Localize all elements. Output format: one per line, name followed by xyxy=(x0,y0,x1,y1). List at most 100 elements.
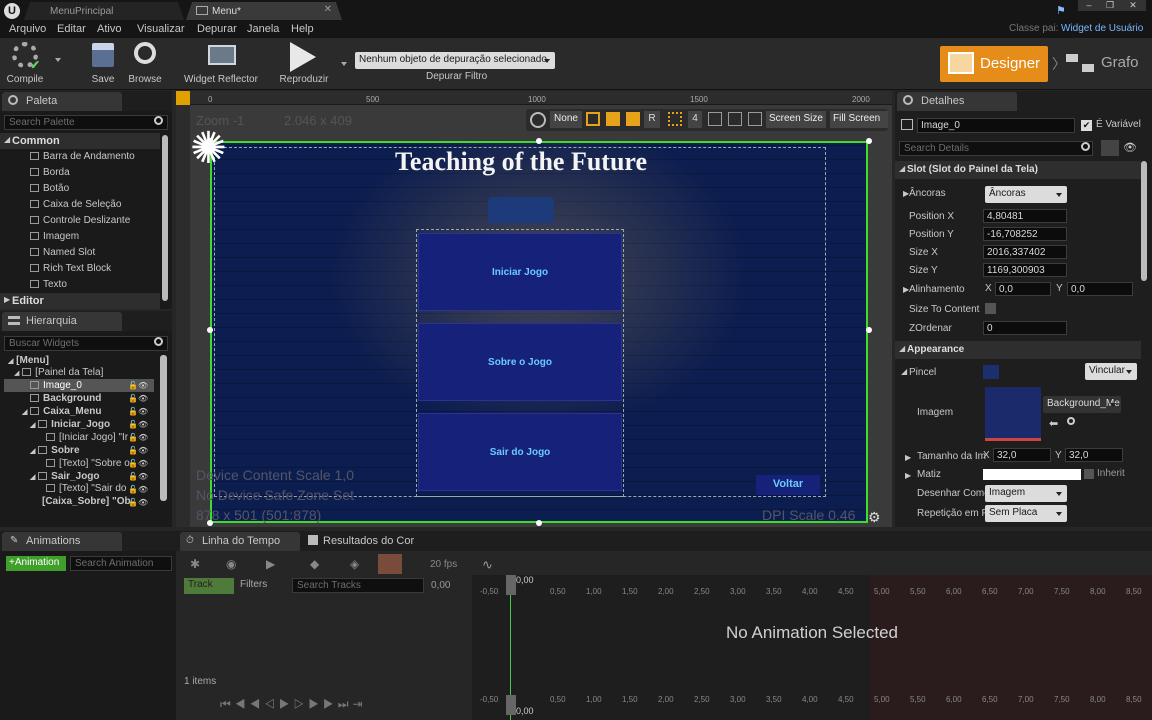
position-y-input[interactable]: -16,708252 xyxy=(983,227,1067,241)
lock-icon[interactable] xyxy=(606,112,620,126)
tree-item-image-0[interactable]: Image_0 xyxy=(30,380,82,391)
close-icon[interactable]: ✕ xyxy=(324,4,332,15)
tree-item-iniciar-jogo[interactable]: ◢ Iniciar_Jogo xyxy=(30,419,110,430)
palette-item[interactable]: Botão xyxy=(30,183,69,194)
size-to-content-checkbox[interactable] xyxy=(985,303,996,314)
resize-handle[interactable] xyxy=(866,138,872,144)
widget-reflector-button[interactable]: Widget Reflector xyxy=(178,38,264,90)
voltar-button[interactable]: Voltar xyxy=(756,475,820,495)
anchors-dropdown[interactable]: Âncoras xyxy=(985,186,1067,203)
menu-ativo[interactable]: Ativo xyxy=(97,23,121,35)
size-x-input[interactable]: 2016,337402 xyxy=(983,245,1067,259)
snap-icon[interactable]: ◈ xyxy=(350,557,359,571)
slot-section-header[interactable]: ◢ Slot (Slot do Painel da Tela) xyxy=(895,161,1141,179)
add-animation-button[interactable]: +Animation xyxy=(6,556,66,571)
graph-button[interactable]: Grafo xyxy=(1101,54,1139,71)
background-icon[interactable] xyxy=(728,112,742,126)
compile-button[interactable]: ✔ Compile xyxy=(2,38,48,90)
browse-button[interactable]: Browse xyxy=(124,38,166,90)
menu-janela[interactable]: Janela xyxy=(247,23,279,35)
widget-name-input[interactable]: Image_0 xyxy=(917,118,1075,133)
preview-icon[interactable] xyxy=(748,112,762,126)
tree-item-sair-jogo[interactable]: ◢ Sair_Jogo xyxy=(30,471,100,482)
details-search-input[interactable]: Search Details xyxy=(899,141,1093,156)
compile-options-icon[interactable] xyxy=(55,58,61,62)
tree-item-caixa-sobre[interactable]: [Caixa_Sobre] "Ob xyxy=(42,496,131,507)
fit-icon[interactable] xyxy=(708,112,722,126)
palette-scrollbar[interactable] xyxy=(162,135,168,301)
image-size-x-input[interactable]: 32,0 xyxy=(993,448,1051,462)
menu-editar[interactable]: Editar xyxy=(57,23,86,35)
image-thumbnail[interactable] xyxy=(985,387,1041,441)
search-tracks-input[interactable]: Search Tracks xyxy=(292,578,424,593)
resize-handle[interactable] xyxy=(536,138,542,144)
play-menu-icon[interactable]: ▶ xyxy=(266,557,275,571)
tab-compiler-results[interactable]: Resultados do Cor xyxy=(323,535,414,547)
palette-item[interactable]: Controle Deslizante xyxy=(30,215,130,226)
details-scrollbar[interactable] xyxy=(1141,161,1147,281)
anchor-icon[interactable]: ✺ xyxy=(190,127,234,171)
tab-menu[interactable]: Menu* ✕ xyxy=(186,2,342,20)
hierarchy-scrollbar[interactable] xyxy=(160,355,167,501)
globe-icon[interactable] xyxy=(530,112,546,128)
palette-item[interactable]: Named Slot xyxy=(30,247,95,258)
close-window-button[interactable]: ✕ xyxy=(1120,0,1146,11)
image-asset-dropdown[interactable]: Background_Me xyxy=(1043,396,1121,413)
add-track-button[interactable]: Track xyxy=(184,578,234,594)
key-icon[interactable]: ◆ xyxy=(310,557,319,571)
palette-item[interactable]: Imagem xyxy=(30,231,79,242)
zorder-input[interactable]: 0 xyxy=(983,321,1067,335)
property-matrix-icon[interactable] xyxy=(1101,140,1119,156)
tree-item-sair-text[interactable]: [Texto] "Sair do xyxy=(46,483,126,494)
palette-category-editor[interactable]: ▶ Editor xyxy=(0,293,160,309)
tint-swatch[interactable] xyxy=(983,469,1081,480)
curve-icon[interactable]: ∿ xyxy=(482,557,493,573)
play-button[interactable]: Reproduzir xyxy=(272,38,336,90)
tree-item-sobre-text[interactable]: [Texto] "Sobre o xyxy=(46,458,130,469)
resize-handle[interactable] xyxy=(207,520,213,526)
size-y-input[interactable]: 1169,300903 xyxy=(983,263,1067,277)
wrench-icon[interactable]: ✱ xyxy=(190,557,200,571)
menu-depurar[interactable]: Depurar xyxy=(197,23,237,35)
notification-icon[interactable]: ⚑ xyxy=(1056,4,1070,17)
palette-category-common[interactable]: ◢ Common xyxy=(0,133,160,149)
appearance-section-header[interactable]: ◢ Appearance xyxy=(895,341,1141,359)
browse-asset-icon[interactable] xyxy=(1067,417,1075,425)
sair-do-jogo-button[interactable]: Sair do Jogo xyxy=(418,413,622,491)
brush-swatch[interactable] xyxy=(983,365,999,379)
fps-dropdown[interactable]: 20 fps xyxy=(430,559,457,570)
tree-item-iniciar-text[interactable]: [Iniciar Jogo] "Ir xyxy=(46,432,128,443)
maximize-button[interactable]: ❐ xyxy=(1100,0,1120,11)
iniciar-jogo-button[interactable]: Iniciar Jogo xyxy=(418,233,622,311)
use-selected-icon[interactable]: ⬅ xyxy=(1049,417,1058,430)
grid-size-button[interactable]: 4 xyxy=(688,111,702,128)
palette-item[interactable]: Rich Text Block xyxy=(30,263,111,274)
bind-dropdown[interactable]: Vincular xyxy=(1085,363,1137,380)
minimize-button[interactable]: – xyxy=(1078,0,1100,11)
timeline-track-area[interactable]: 0,00 0,00 -0,50 0,50 1,00 1,50 2,00 2,50… xyxy=(472,575,1152,720)
tree-item-background[interactable]: Background xyxy=(30,393,101,404)
designer-button[interactable]: Designer xyxy=(940,46,1048,82)
menu-help[interactable]: Help xyxy=(291,23,314,35)
fill-screen-dropdown[interactable]: Fill Screen xyxy=(830,111,888,128)
designer-viewport[interactable]: 0 500 1000 1500 2000 Zoom -1 2.046 x 409… xyxy=(176,91,892,527)
palette-search-input[interactable]: Search Palette xyxy=(4,115,168,130)
hierarchy-search-input[interactable]: Buscar Widgets xyxy=(4,336,168,351)
variable-checkbox[interactable]: ✔ xyxy=(1081,120,1092,131)
filters-dropdown[interactable]: Filters xyxy=(240,579,267,590)
palette-item[interactable]: Caixa de Seleção xyxy=(30,199,121,210)
eye-icon[interactable]: ◉ xyxy=(226,557,236,571)
position-x-input[interactable]: 4,80481 xyxy=(983,209,1067,223)
debug-object-select[interactable]: Nenhum objeto de depuração selecionado xyxy=(355,52,555,69)
tree-item-sobre[interactable]: ◢ Sobre xyxy=(30,445,80,456)
parent-class-link[interactable]: Widget de Usuário xyxy=(1061,23,1143,34)
palette-item[interactable]: Borda xyxy=(30,167,70,178)
flip-icon[interactable] xyxy=(626,112,640,126)
grid-snap-icon[interactable] xyxy=(668,112,682,126)
tab-menu-principal[interactable]: MenuPrincipal xyxy=(24,2,184,20)
transport-controls[interactable]: ⏮◀◀◁▶▷▶▶⏭⇥ xyxy=(220,697,430,713)
tiling-dropdown[interactable]: Sem Placa xyxy=(985,505,1067,522)
menu-visualizar[interactable]: Visualizar xyxy=(137,23,185,35)
play-options-icon[interactable] xyxy=(341,62,347,66)
resize-handle[interactable] xyxy=(536,520,542,526)
